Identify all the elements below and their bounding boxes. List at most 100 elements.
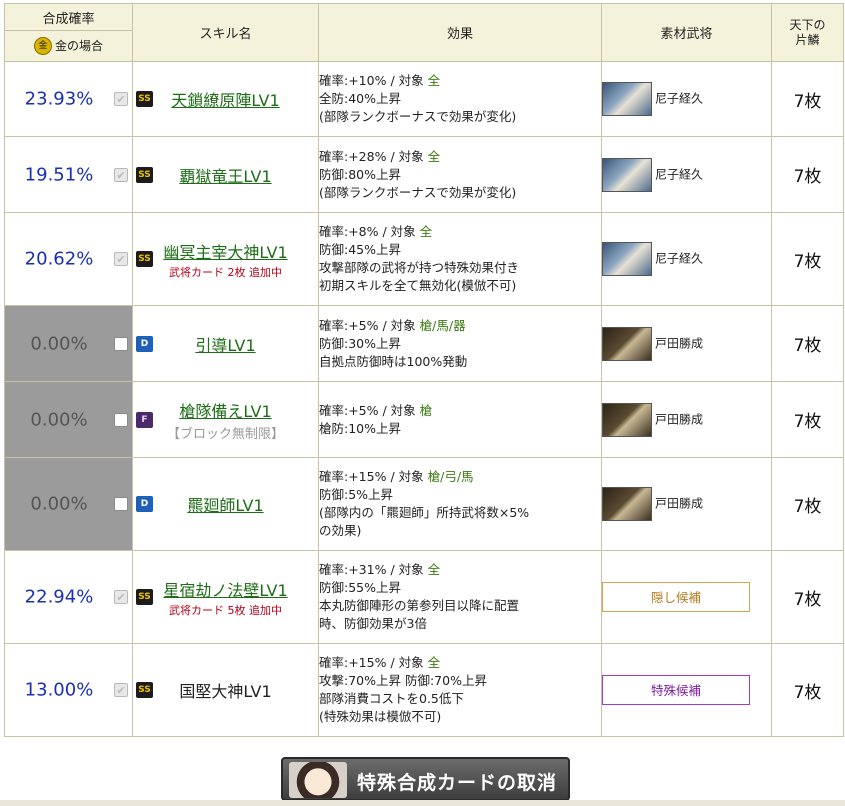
effect-text: 槍防:10%上昇 xyxy=(319,420,401,436)
rank-badge-icon: SS xyxy=(136,251,153,267)
select-checkbox[interactable]: ✔ xyxy=(114,92,128,106)
effect-text: 防御:55%上昇 xyxy=(319,580,401,595)
effect-text: 時、防御効果が3倍 xyxy=(319,616,427,631)
skill-name-link[interactable]: 羆廻師LV1 xyxy=(187,496,263,515)
general-portrait-icon[interactable] xyxy=(602,402,652,437)
effect-text: 全防:40%上昇 xyxy=(319,91,401,106)
rate-value: 0.00% xyxy=(30,333,88,354)
effect-text: 防御:80%上昇 xyxy=(319,166,401,182)
header-material: 素材武将 xyxy=(601,3,772,62)
rank-badge-icon: D xyxy=(136,335,153,352)
effect-text: 防御:30%上昇 xyxy=(319,335,401,351)
table-row: 20.62% ✔ SS 幽冥主宰大神LV1 武将カード 2枚 追加中 確率:+8… xyxy=(4,212,844,306)
general-portrait-icon[interactable] xyxy=(602,82,652,116)
effect-line: 自拠点防御時は100%発動 xyxy=(319,353,601,371)
header-count-line1: 天下の xyxy=(789,17,826,32)
skill-name-link[interactable]: 天鎖繚原陣LV1 xyxy=(171,91,279,110)
general-name: 戸田勝成 xyxy=(655,412,704,426)
skill-sub-note: 【ブロック無制限】 xyxy=(166,426,284,442)
effect-line: 確率:+5% / 対象 槍/馬/器 xyxy=(319,317,601,335)
general-portrait-icon[interactable] xyxy=(602,242,652,276)
effect-text: 攻撃:70%上昇 防御:70%上昇 xyxy=(319,673,487,688)
skill-name-cell: F 槍隊備えLV1 【ブロック無制限】 xyxy=(132,381,319,458)
select-checkbox[interactable] xyxy=(114,412,128,427)
effect-text: 攻撃部隊の武将が持つ特殊効果付き xyxy=(319,260,520,275)
effect-text: 確率:+8% / 対象 xyxy=(319,224,420,239)
effect-line: 確率:+5% / 対象 槍 xyxy=(319,402,601,420)
effect-line: 防御:55%上昇 xyxy=(319,579,601,597)
effect-line: 攻撃部隊の武将が持つ特殊効果付き xyxy=(319,259,601,277)
skill-name-link[interactable]: 幽冥主宰大神LV1 xyxy=(163,243,287,262)
gold-coin-icon: 金 xyxy=(33,37,52,56)
effect-line: (部隊ランクボーナスで効果が変化) xyxy=(319,108,601,126)
material-cell: 隠し候補 xyxy=(601,550,772,644)
skill-sub-note: 武将カード 2枚 追加中 xyxy=(169,265,282,279)
skill-name-link[interactable]: 星宿劫ノ法壁LV1 xyxy=(163,581,287,600)
rate-cell: 23.93% ✔ xyxy=(4,61,133,137)
general-name: 尼子経久 xyxy=(655,167,704,181)
skill-name-link[interactable]: 引導LV1 xyxy=(195,336,255,355)
effect-text: (部隊ランクボーナスで効果が変化) xyxy=(319,184,517,200)
skill-name-link[interactable]: 覇獄竜王LV1 xyxy=(179,167,271,186)
select-checkbox[interactable]: ✔ xyxy=(114,167,128,182)
effect-text: 確率:+15% / 対象 xyxy=(319,655,428,670)
general-name: 尼子経久 xyxy=(655,91,704,106)
effect-target: 全 xyxy=(427,655,441,670)
header-effect: 効果 xyxy=(318,3,602,62)
header-rate-title: 合成確率 xyxy=(4,3,133,31)
table-row: 0.00% F 槍隊備えLV1 【ブロック無制限】 確率:+5% / 対象 槍槍… xyxy=(4,381,844,458)
general-portrait-icon[interactable] xyxy=(602,326,652,361)
general-portrait-icon[interactable] xyxy=(602,157,652,192)
skill-table: 合成確率 スキル名 効果 素材武将 天下の 片鱗 金金の場合 23.93% ✔ … xyxy=(4,3,844,737)
material-cell: 尼子経久 xyxy=(601,212,772,306)
skill-name-link[interactable]: 槍隊備えLV1 xyxy=(179,402,271,421)
general-name: 尼子経久 xyxy=(655,251,704,266)
select-checkbox[interactable]: ✔ xyxy=(114,252,128,266)
rate-value: 0.00% xyxy=(30,409,88,430)
header-rate-gold: 金金の場合 xyxy=(4,30,133,62)
effect-cell: 確率:+28% / 対象 全防御:80%上昇 (部隊ランクボーナスで効果が変化) xyxy=(318,136,602,213)
effect-text: 自拠点防御時は100%発動 xyxy=(319,353,468,369)
effect-line: 確率:+31% / 対象 全 xyxy=(319,561,601,579)
skill-name-cell: SS 幽冥主宰大神LV1 武将カード 2枚 追加中 xyxy=(132,212,319,306)
footer-strip xyxy=(0,800,845,806)
cancel-special-card-button[interactable]: 特殊合成カードの取消 xyxy=(281,757,570,801)
effect-line: (部隊ランクボーナスで効果が変化) xyxy=(319,184,601,202)
rank-badge-icon: SS xyxy=(136,682,153,698)
effect-text: (部隊内の「羆廻師」所持武将数×5% xyxy=(319,505,530,520)
candidate-button[interactable]: 隠し候補 xyxy=(602,582,750,612)
rate-value: 0.00% xyxy=(30,493,88,515)
table-row: 0.00% D 引導LV1 確率:+5% / 対象 槍/馬/器 防御:30%上昇自… xyxy=(4,305,844,382)
effect-text: 本丸防御陣形の第参列目以降に配置 xyxy=(319,598,520,613)
select-checkbox[interactable]: ✔ xyxy=(114,590,128,604)
count-cell: 7枚 xyxy=(771,136,844,213)
rate-cell: 20.62% ✔ xyxy=(4,212,133,306)
effect-text: 確率:+10% / 対象 xyxy=(319,73,428,88)
select-checkbox[interactable] xyxy=(114,336,128,351)
effect-line: の効果) xyxy=(319,522,601,540)
effect-line: 時、防御効果が3倍 xyxy=(319,615,601,633)
effect-line: 全防:40%上昇 xyxy=(319,90,601,108)
select-checkbox[interactable] xyxy=(114,497,128,511)
skill-sub-note: 武将カード 5枚 追加中 xyxy=(169,603,282,617)
effect-line: 防御:30%上昇 xyxy=(319,335,601,353)
table-row: 0.00% D 羆廻師LV1 確率:+15% / 対象 槍/弓/馬 防御:5%上昇… xyxy=(4,457,844,551)
rate-value: 13.00% xyxy=(24,679,94,701)
rank-badge-icon: SS xyxy=(136,91,153,107)
effect-line: 確率:+15% / 対象 全 xyxy=(319,654,601,672)
effect-text: の効果) xyxy=(319,523,362,538)
general-portrait-icon[interactable] xyxy=(602,487,652,521)
rate-cell: 0.00% xyxy=(4,305,133,382)
select-checkbox[interactable]: ✔ xyxy=(114,683,128,697)
portrait-icon xyxy=(289,762,347,798)
skill-name-cell: SS 天鎖繚原陣LV1 xyxy=(132,61,319,137)
effect-line: 防御:5%上昇 xyxy=(319,486,601,504)
effect-cell: 確率:+15% / 対象 全攻撃:70%上昇 防御:70%上昇 部隊消費コストを0… xyxy=(318,643,602,737)
header-count-line2: 片鱗 xyxy=(795,32,820,47)
skill-name-cell: SS 国堅大神LV1 xyxy=(132,643,319,737)
count-cell: 7枚 xyxy=(771,61,844,137)
header-skill-name: スキル名 xyxy=(132,3,319,62)
candidate-button[interactable]: 特殊候補 xyxy=(602,675,750,705)
material-cell: 特殊候補 xyxy=(601,643,772,737)
effect-line: 防御:80%上昇 xyxy=(319,166,601,184)
